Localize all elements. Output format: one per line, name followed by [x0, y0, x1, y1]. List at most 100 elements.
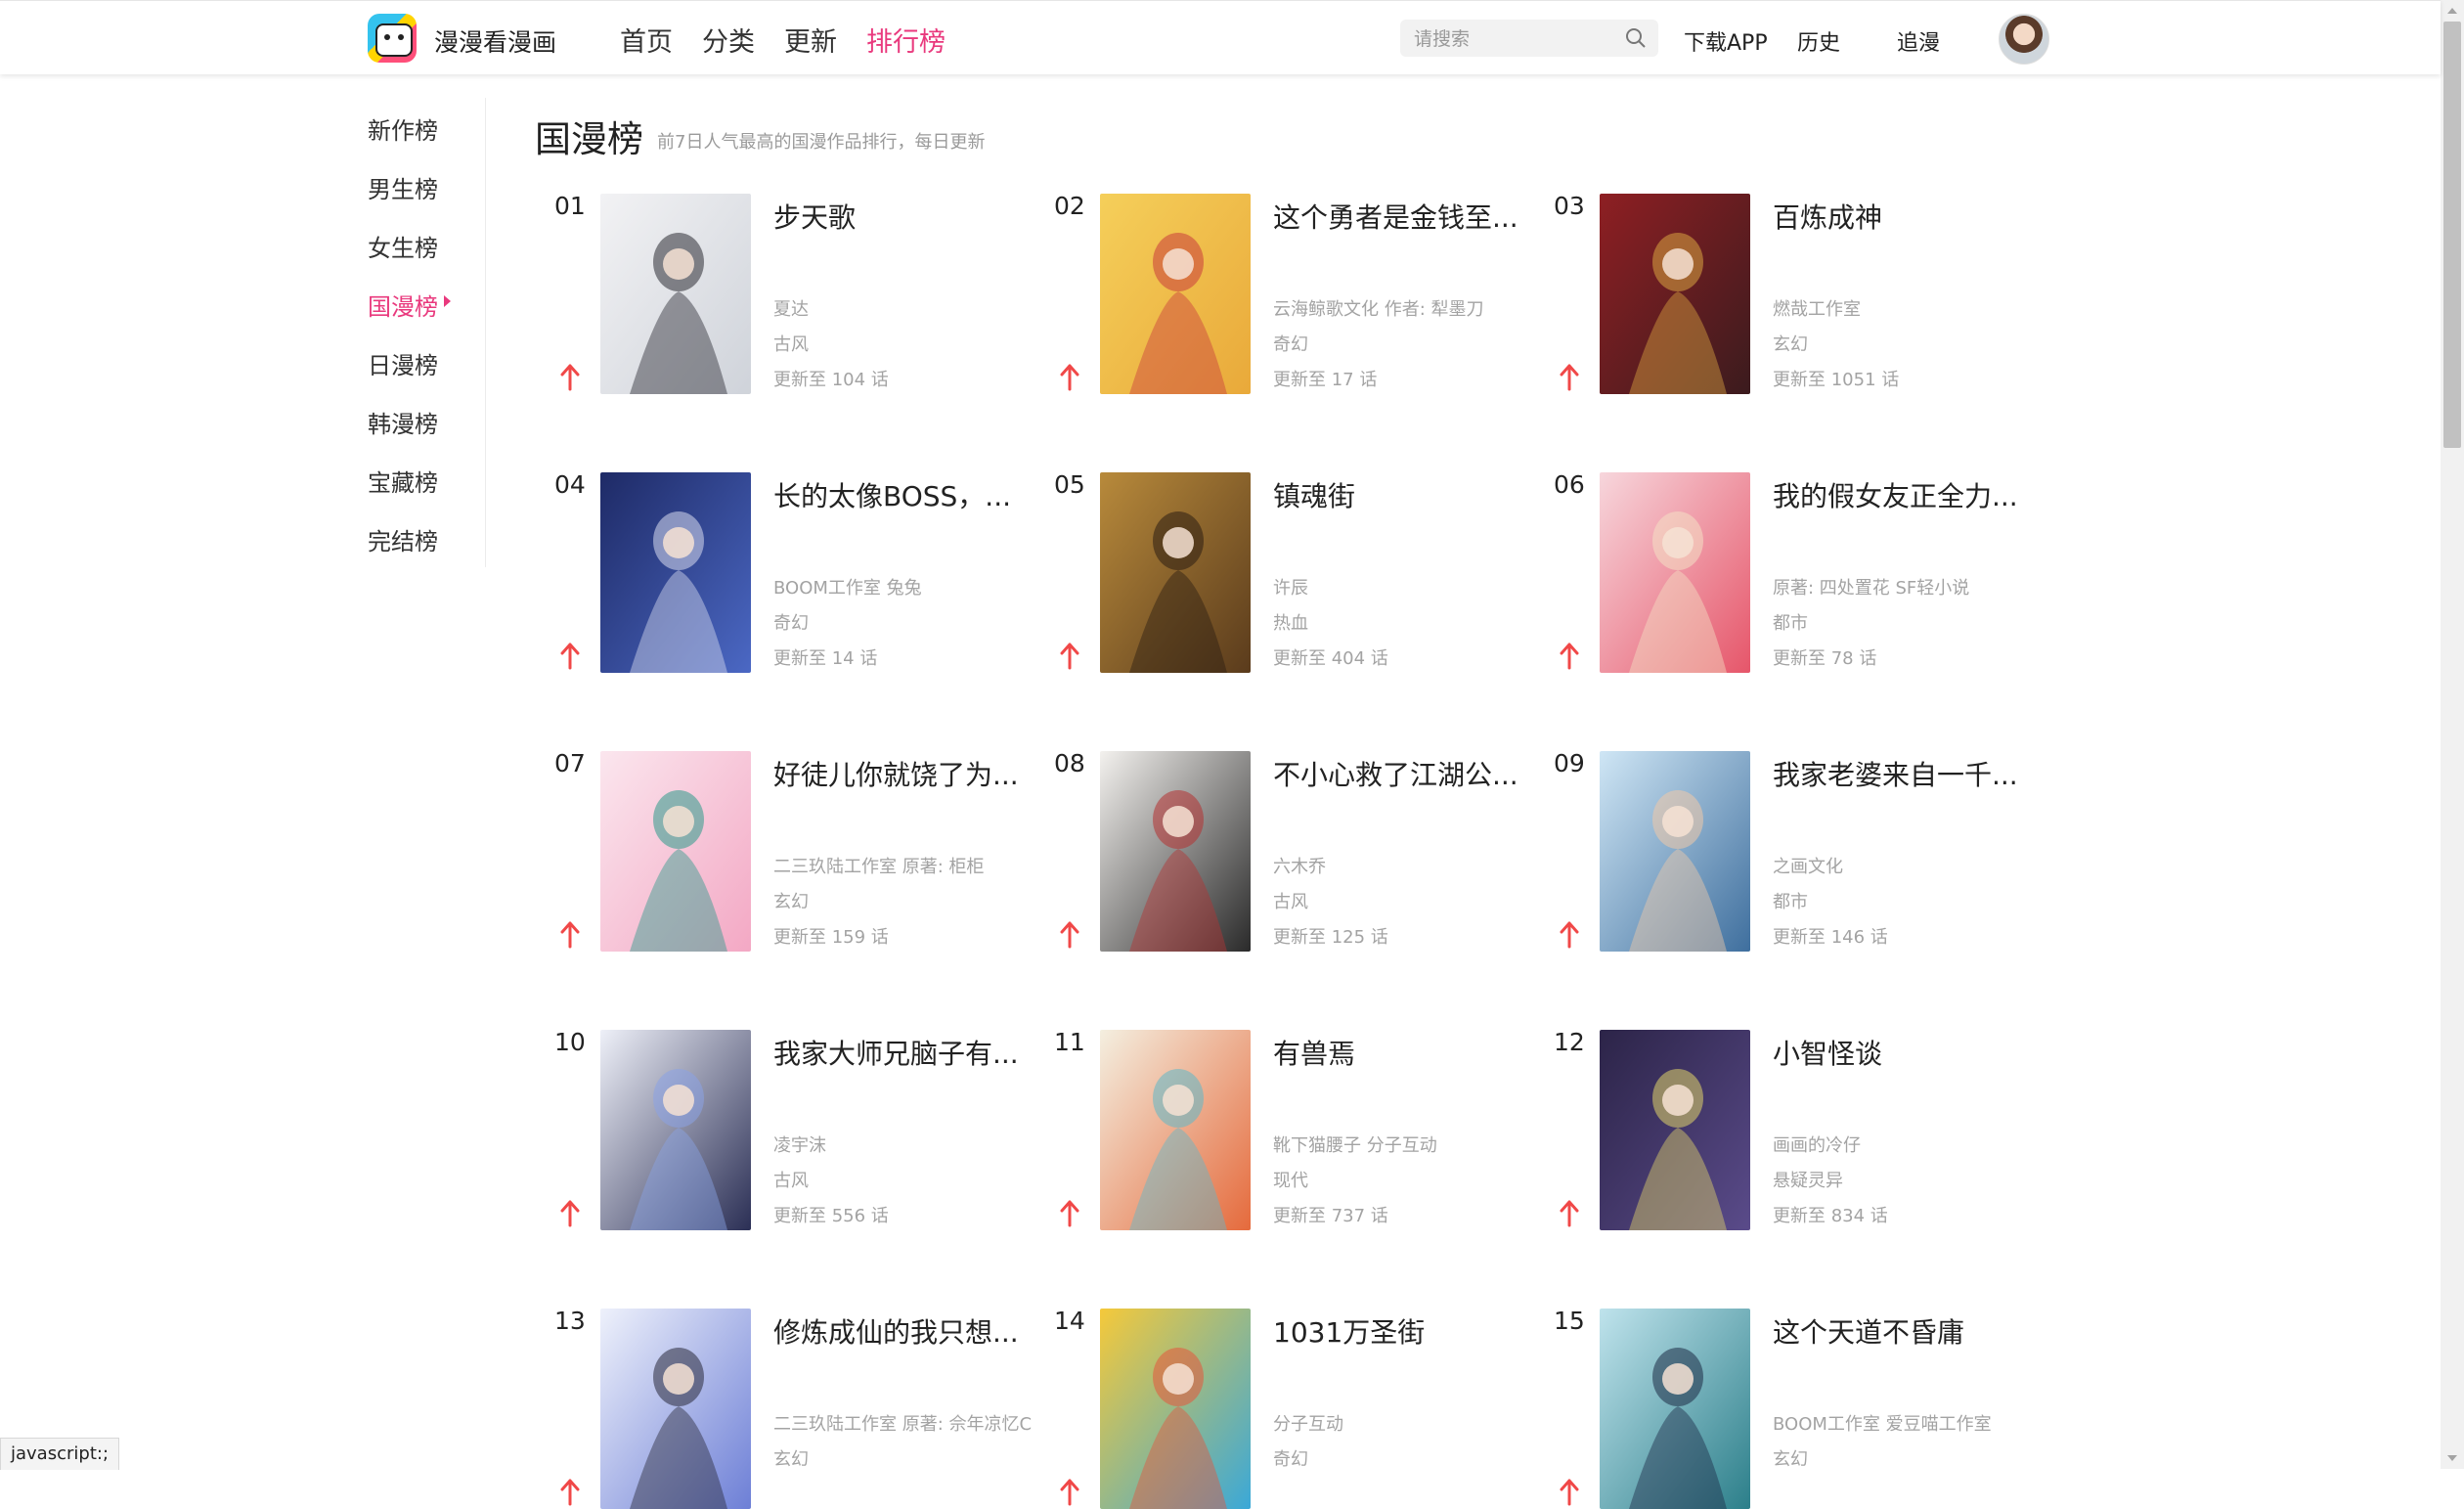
rank-number: 03 [1554, 192, 1585, 220]
comic-cover-image[interactable] [600, 1030, 751, 1230]
nav-updates[interactable]: 更新 [784, 21, 837, 59]
sidebar-divider [485, 98, 486, 567]
comic-title[interactable]: 镇魂街 [1273, 475, 1547, 514]
sidebar-item-girls[interactable]: 女生榜 [368, 229, 438, 263]
ranking-card[interactable]: 02 这个勇者是金钱至... 云海鲸歌文化 作者: 犁墨刀 奇幻 更新至 17 话 [1054, 192, 1543, 394]
comic-genre: 悬疑灵异 [1773, 1171, 1843, 1191]
rank-number: 14 [1054, 1307, 1085, 1335]
comic-genre: 奇幻 [773, 613, 809, 634]
comic-author: 许辰 [1273, 578, 1308, 599]
comic-update-status: 更新至 104 话 [773, 370, 889, 390]
site-name[interactable]: 漫漫看漫画 [434, 23, 556, 59]
ranking-card[interactable]: 11 有兽焉 靴下猫腰子 分子互动 现代 更新至 737 话 [1054, 1028, 1543, 1230]
ranking-card[interactable]: 10 我家大师兄脑子有... 凌宇沫 古风 更新至 556 话 [554, 1028, 1043, 1230]
comic-author: 凌宇沫 [773, 1135, 826, 1156]
browser-status-bar: javascript:; [0, 1438, 120, 1470]
history-link[interactable]: 历史 [1797, 25, 1840, 57]
ranking-card[interactable]: 04 长的太像BOSS，... BOOM工作室 兔兔 奇幻 更新至 14 话 [554, 470, 1043, 673]
rank-number: 04 [554, 470, 586, 499]
comic-cover-image[interactable] [1600, 1030, 1750, 1230]
comic-cover-image[interactable] [1600, 1309, 1750, 1509]
comic-update-status: 更新至 404 话 [1273, 648, 1388, 669]
ranking-card[interactable]: 06 我的假女友正全力... 原著: 四处置花 SF轻小说 都市 更新至 78 话 [1554, 470, 2046, 673]
trend-up-arrow-icon [1560, 921, 1579, 949]
comic-title[interactable]: 修炼成仙的我只想... [773, 1311, 1047, 1351]
comic-genre: 热血 [1273, 613, 1308, 634]
user-avatar[interactable] [1999, 14, 2049, 65]
comic-title[interactable]: 1031万圣街 [1273, 1311, 1547, 1351]
comic-title[interactable]: 我家大师兄脑子有... [773, 1033, 1047, 1072]
search-icon[interactable] [1625, 27, 1647, 49]
comic-cover-image[interactable] [1600, 472, 1750, 673]
app-logo-icon[interactable] [368, 14, 417, 63]
comic-cover-image[interactable] [600, 194, 751, 394]
comic-cover-image[interactable] [600, 751, 751, 952]
vertical-scrollbar[interactable] [2441, 0, 2464, 1469]
comic-cover-image[interactable] [1600, 194, 1750, 394]
trend-up-arrow-icon [1060, 364, 1079, 391]
sidebar-item-chinese-label: 国漫榜 [368, 293, 438, 321]
scroll-up-arrow-icon[interactable] [2447, 8, 2457, 14]
comic-cover-image[interactable] [1100, 472, 1251, 673]
download-app-link[interactable]: 下载APP [1684, 25, 1768, 57]
comic-cover-image[interactable] [600, 1309, 751, 1509]
sidebar-item-japanese[interactable]: 日漫榜 [368, 346, 438, 380]
comic-title[interactable]: 有兽焉 [1273, 1033, 1547, 1072]
sidebar-item-new[interactable]: 新作榜 [368, 111, 438, 146]
comic-update-status: 更新至 834 话 [1773, 1206, 1888, 1226]
following-link[interactable]: 追漫 [1897, 25, 1940, 57]
comic-author: 二三玖陆工作室 原著: 柜柜 [773, 857, 985, 877]
trend-up-arrow-icon [1560, 1479, 1579, 1506]
comic-cover-image[interactable] [1600, 751, 1750, 952]
ranking-card[interactable]: 12 小智怪谈 画画的冷仔 悬疑灵异 更新至 834 话 [1554, 1028, 2046, 1230]
ranking-card[interactable]: 03 百炼成神 燃哉工作室 玄幻 更新至 1051 话 [1554, 192, 2046, 394]
scrollbar-thumb[interactable] [2443, 22, 2461, 448]
comic-cover-image[interactable] [1100, 1030, 1251, 1230]
page-title: 国漫榜 [535, 118, 643, 160]
nav-ranking[interactable]: 排行榜 [866, 21, 946, 59]
ranking-card[interactable]: 07 好徒儿你就饶了为... 二三玖陆工作室 原著: 柜柜 玄幻 更新至 159 话 [554, 749, 1043, 952]
sidebar-item-treasure[interactable]: 宝藏榜 [368, 464, 438, 498]
comic-title[interactable]: 步天歌 [773, 197, 1047, 236]
rank-number: 05 [1054, 470, 1085, 499]
comic-title[interactable]: 这个天道不昏庸 [1773, 1311, 2046, 1351]
comic-title[interactable]: 小智怪谈 [1773, 1033, 2046, 1072]
comic-cover-image[interactable] [1100, 751, 1251, 952]
nav-home[interactable]: 首页 [620, 21, 673, 59]
ranking-card[interactable]: 14 1031万圣街 分子互动 奇幻 [1054, 1307, 1543, 1509]
sidebar-item-korean[interactable]: 韩漫榜 [368, 405, 438, 439]
nav-category[interactable]: 分类 [702, 21, 755, 59]
rank-number: 02 [1054, 192, 1085, 220]
ranking-card[interactable]: 01 步天歌 夏达 古风 更新至 104 话 [554, 192, 1043, 394]
comic-cover-image[interactable] [1100, 194, 1251, 394]
ranking-card[interactable]: 08 不小心救了江湖公... 六木乔 古风 更新至 125 话 [1054, 749, 1543, 952]
trend-up-arrow-icon [560, 1200, 580, 1227]
trend-up-arrow-icon [1060, 1479, 1079, 1506]
rank-number: 15 [1554, 1307, 1585, 1335]
ranking-card[interactable]: 09 我家老婆来自一千... 之画文化 都市 更新至 146 话 [1554, 749, 2046, 952]
trend-up-arrow-icon [560, 364, 580, 391]
comic-title[interactable]: 不小心救了江湖公... [1273, 754, 1547, 793]
comic-cover-image[interactable] [1100, 1309, 1251, 1509]
trend-up-arrow-icon [1560, 643, 1579, 670]
comic-title[interactable]: 长的太像BOSS，... [773, 475, 1047, 514]
ranking-card[interactable]: 13 修炼成仙的我只想... 二三玖陆工作室 原著: 佘年凉忆C 玄幻 [554, 1307, 1043, 1509]
comic-title[interactable]: 这个勇者是金钱至... [1273, 197, 1547, 236]
comic-title[interactable]: 我的假女友正全力... [1773, 475, 2046, 514]
ranking-card[interactable]: 05 镇魂街 许辰 热血 更新至 404 话 [1054, 470, 1543, 673]
trend-up-arrow-icon [1560, 364, 1579, 391]
sidebar-item-chinese[interactable]: 国漫榜 [368, 288, 451, 322]
comic-genre: 玄幻 [773, 1449, 809, 1470]
comic-title[interactable]: 百炼成神 [1773, 197, 2046, 236]
comic-author: 六木乔 [1273, 857, 1326, 877]
comic-title[interactable]: 好徒儿你就饶了为... [773, 754, 1047, 793]
comic-title[interactable]: 我家老婆来自一千... [1773, 754, 2046, 793]
ranking-card[interactable]: 15 这个天道不昏庸 BOOM工作室 爱豆喵工作室 玄幻 [1554, 1307, 2046, 1509]
sidebar-item-boys[interactable]: 男生榜 [368, 170, 438, 204]
comic-cover-image[interactable] [600, 472, 751, 673]
sidebar-item-finished[interactable]: 完结榜 [368, 522, 438, 556]
search-input[interactable] [1412, 20, 1611, 59]
comic-update-status: 更新至 1051 话 [1773, 370, 1900, 390]
comic-update-status: 更新至 146 话 [1773, 927, 1888, 948]
scroll-down-arrow-icon[interactable] [2447, 1455, 2457, 1461]
